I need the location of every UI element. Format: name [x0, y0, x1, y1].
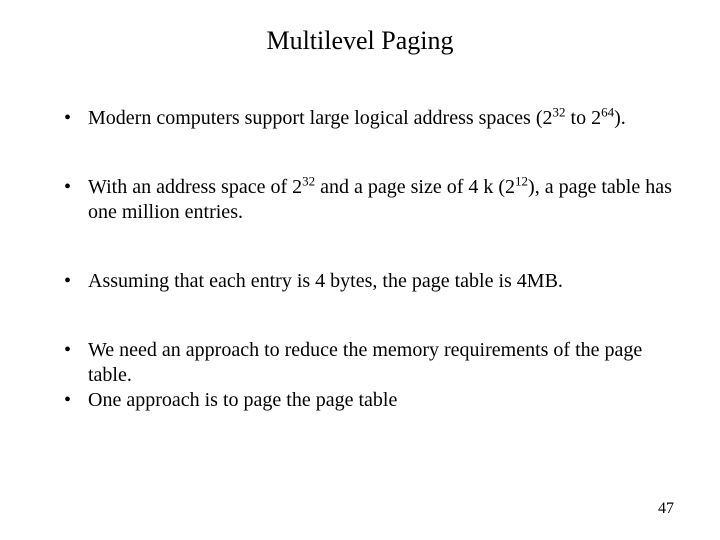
- page-number: 47: [658, 500, 674, 518]
- slide-title: Multilevel Paging: [40, 26, 680, 56]
- bullet-list: Modern computers support large logical a…: [64, 106, 680, 413]
- text-fragment: ).: [614, 107, 626, 129]
- text-fragment: Modern computers support large logical a…: [88, 107, 553, 129]
- bullet-item: With an address space of 232 and a page …: [64, 175, 680, 225]
- bullet-item: One approach is to page the page table: [64, 388, 680, 413]
- bullet-text: We need an approach to reduce the memory…: [88, 339, 642, 386]
- superscript: 32: [302, 173, 315, 188]
- bullet-text: One approach is to page the page table: [88, 389, 397, 411]
- superscript: 12: [515, 173, 528, 188]
- text-fragment: and a page size of 4 k (2: [315, 176, 515, 198]
- text-fragment: With an address space of 2: [88, 176, 302, 198]
- slide: Multilevel Paging Modern computers suppo…: [0, 0, 720, 540]
- bullet-item: We need an approach to reduce the memory…: [64, 338, 680, 388]
- superscript: 32: [553, 104, 566, 119]
- bullet-item: Modern computers support large logical a…: [64, 106, 680, 131]
- text-fragment: to 2: [566, 107, 602, 129]
- bullet-item: Assuming that each entry is 4 bytes, the…: [64, 269, 680, 294]
- bullet-text: With an address space of 232 and a page …: [88, 176, 672, 223]
- bullet-text: Assuming that each entry is 4 bytes, the…: [88, 270, 563, 292]
- superscript: 64: [601, 104, 614, 119]
- bullet-text: Modern computers support large logical a…: [88, 107, 626, 129]
